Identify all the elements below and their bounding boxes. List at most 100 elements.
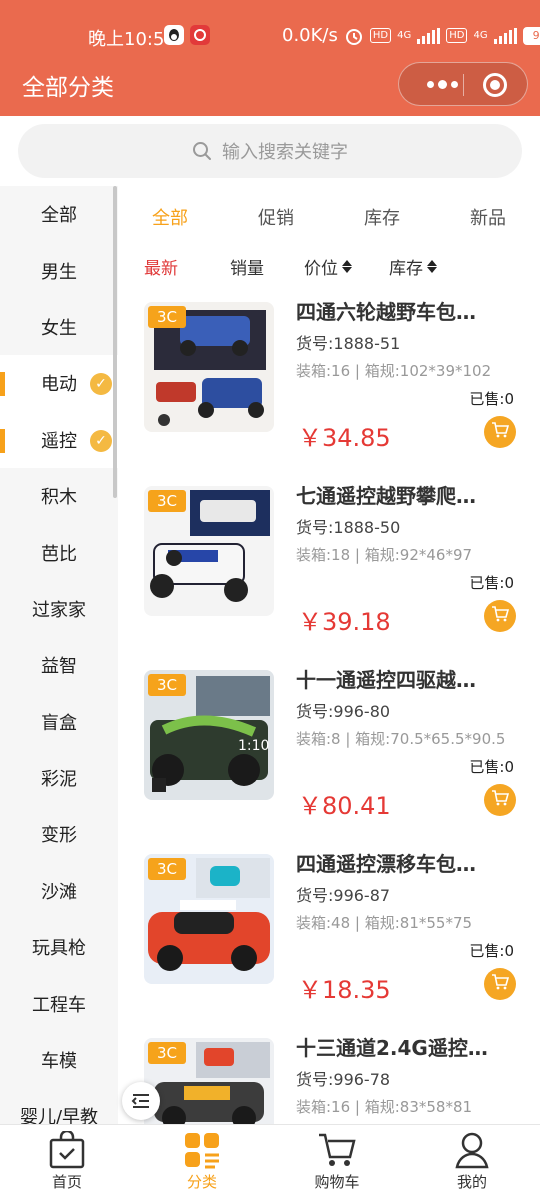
- netease-music-icon: [190, 25, 210, 45]
- sort-bar: 最新 销量 价位 库存: [118, 242, 540, 286]
- product-name[interactable]: 四通遥控漂移车包…: [296, 848, 526, 877]
- category-label: 婴儿/早教: [19, 1107, 99, 1124]
- sidebar-item-category[interactable]: 遥控 ✓: [0, 411, 118, 468]
- product-item[interactable]: 3C 四通遥控漂移车包… 货号:996-87 装箱:48 | 箱规:81*55*75 已…: [118, 838, 540, 1022]
- sidebar-item-category[interactable]: 车模: [0, 1032, 118, 1088]
- sort-stock[interactable]: 库存: [389, 254, 437, 279]
- sidebar-item-category[interactable]: 彩泥: [0, 750, 118, 806]
- page-title: 全部分类: [22, 75, 114, 101]
- nav-category[interactable]: 分类: [157, 1131, 247, 1192]
- tab-promotion[interactable]: 促销: [258, 204, 294, 230]
- hd-badge: HD: [369, 28, 392, 43]
- category-badge: 3C: [148, 490, 186, 512]
- add-to-cart-button[interactable]: [484, 416, 516, 448]
- sidebar-item-category[interactable]: 玩具枪: [0, 919, 118, 975]
- product-image[interactable]: 3C: [144, 854, 274, 984]
- miniprogram-capsule[interactable]: [398, 62, 528, 106]
- product-item[interactable]: 3C 七通遥控越野攀爬… 货号:1888-50 装箱:18 | 箱规:92*46*97…: [118, 470, 540, 654]
- sidebar-scrollbar[interactable]: [113, 186, 117, 498]
- category-badge: 3C: [148, 858, 186, 880]
- category-badge: 3C: [148, 674, 186, 696]
- product-image[interactable]: 3C: [144, 486, 274, 616]
- product-image[interactable]: 3C: [144, 302, 274, 432]
- category-label: 芭比: [41, 543, 77, 565]
- product-spec: 装箱:16 | 箱规:102*39*102: [296, 362, 492, 380]
- sidebar-item-category[interactable]: 婴儿/早教: [0, 1088, 118, 1124]
- sidebar-item-category[interactable]: 盲盒: [0, 694, 118, 750]
- check-icon: ✓: [90, 429, 112, 452]
- add-to-cart-button[interactable]: [484, 600, 516, 632]
- product-item[interactable]: 3C 四通六轮越野车包… 货号:1888-51 装箱:16 | 箱规:102*39*1…: [118, 286, 540, 470]
- more-icon[interactable]: [427, 80, 458, 89]
- sidebar-item-category[interactable]: 电动 ✓: [0, 355, 118, 412]
- status-bar: 晚上10:54 0.0K/s HD 4G HD 4G 94: [0, 0, 540, 60]
- sidebar-item-category[interactable]: 益智: [0, 637, 118, 693]
- sort-sales[interactable]: 销量: [230, 254, 264, 279]
- user-icon: [455, 1132, 489, 1169]
- hd-badge-2: HD: [446, 28, 468, 43]
- nav-mine[interactable]: 我的: [427, 1131, 517, 1192]
- product-sku: 货号:996-80: [296, 702, 391, 721]
- category-label: 益智: [41, 656, 77, 678]
- sort-arrows-icon: [342, 260, 352, 273]
- add-to-cart-button[interactable]: [484, 784, 516, 816]
- nav-category-label: 分类: [186, 1173, 217, 1191]
- add-to-cart-button[interactable]: [484, 968, 516, 1000]
- notification-icons: [164, 25, 210, 45]
- sidebar-item-category[interactable]: 过家家: [0, 581, 118, 637]
- product-list: 3C 四通六轮越野车包… 货号:1888-51 装箱:16 | 箱规:102*39*1…: [118, 286, 540, 1124]
- product-sold: 已售:0: [469, 390, 514, 408]
- category-badge: 3C: [148, 1042, 186, 1064]
- product-name[interactable]: 十三通道2.4G遥控…: [296, 1032, 526, 1061]
- filter-tabs: 全部 促销 库存 新品: [118, 186, 540, 242]
- category-label: 男生: [41, 261, 77, 283]
- sidebar-item-category[interactable]: 男生: [0, 242, 118, 298]
- cart-icon: [491, 973, 510, 995]
- product-item[interactable]: 3C 十三通道2.4G遥控… 货号:996-78 装箱:16 | 箱规:83*58*8…: [118, 1022, 540, 1124]
- sort-newest[interactable]: 最新: [144, 254, 178, 279]
- nav-cart[interactable]: 购物车: [292, 1131, 382, 1192]
- app-header: 晚上10:54 0.0K/s HD 4G HD 4G 94 全部分类: [0, 0, 540, 116]
- product-sku: 货号:1888-50: [296, 518, 401, 537]
- product-name[interactable]: 七通遥控越野攀爬…: [296, 480, 526, 509]
- sort-price[interactable]: 价位: [304, 254, 352, 279]
- sort-stock-label: 库存: [389, 259, 423, 279]
- sort-sales-label: 销量: [230, 259, 264, 279]
- sidebar-item-category[interactable]: 女生: [0, 299, 118, 355]
- product-spec: 装箱:48 | 箱规:81*55*75: [296, 914, 473, 932]
- battery-level: 94: [524, 28, 540, 43]
- sidebar-item-category[interactable]: 积木: [0, 468, 118, 524]
- product-item[interactable]: 1:10 3C 十一通遥控四驱越… 货号:996-80 装箱:8 | 箱规:70.5*6…: [118, 654, 540, 838]
- cart-icon: [491, 789, 510, 811]
- tab-new[interactable]: 新品: [470, 204, 506, 230]
- sidebar-item-category[interactable]: 芭比: [0, 524, 118, 580]
- sidebar-item-category[interactable]: 工程车: [0, 975, 118, 1031]
- product-image[interactable]: 3C: [144, 1038, 274, 1124]
- nav-home[interactable]: 首页: [22, 1131, 112, 1192]
- product-sku: 货号:996-78: [296, 1070, 391, 1089]
- bag-check-icon: [49, 1131, 85, 1169]
- signal-2-label: 4G: [473, 29, 488, 41]
- sidebar-item-category[interactable]: 全部: [0, 186, 118, 242]
- sidebar-item-category[interactable]: 变形: [0, 806, 118, 862]
- close-miniprogram-icon[interactable]: [483, 73, 507, 97]
- product-name[interactable]: 十一通遥控四驱越…: [296, 664, 526, 693]
- cart-icon: [491, 421, 510, 443]
- category-label: 玩具枪: [32, 938, 86, 960]
- network-speed: 0.0K/s: [282, 25, 338, 46]
- product-price: ￥18.35: [298, 976, 391, 1004]
- cart-icon: [319, 1133, 356, 1166]
- sort-newest-label: 最新: [144, 259, 178, 279]
- nav-cart-label: 购物车: [314, 1173, 360, 1191]
- bottom-nav: 首页 分类 购物车 我的: [0, 1124, 540, 1200]
- tab-all[interactable]: 全部: [152, 204, 188, 230]
- search-input[interactable]: 输入搜索关键字: [18, 124, 522, 178]
- product-image[interactable]: 1:10 3C: [144, 670, 274, 800]
- sidebar-item-category[interactable]: 沙滩: [0, 863, 118, 919]
- cart-icon: [491, 605, 510, 627]
- category-label: 全部: [41, 205, 77, 227]
- status-right: 0.0K/s HD 4G HD 4G 94: [282, 25, 540, 46]
- collapse-sidebar-button[interactable]: [122, 1082, 160, 1120]
- tab-stock[interactable]: 库存: [364, 204, 400, 230]
- product-name[interactable]: 四通六轮越野车包…: [296, 296, 526, 325]
